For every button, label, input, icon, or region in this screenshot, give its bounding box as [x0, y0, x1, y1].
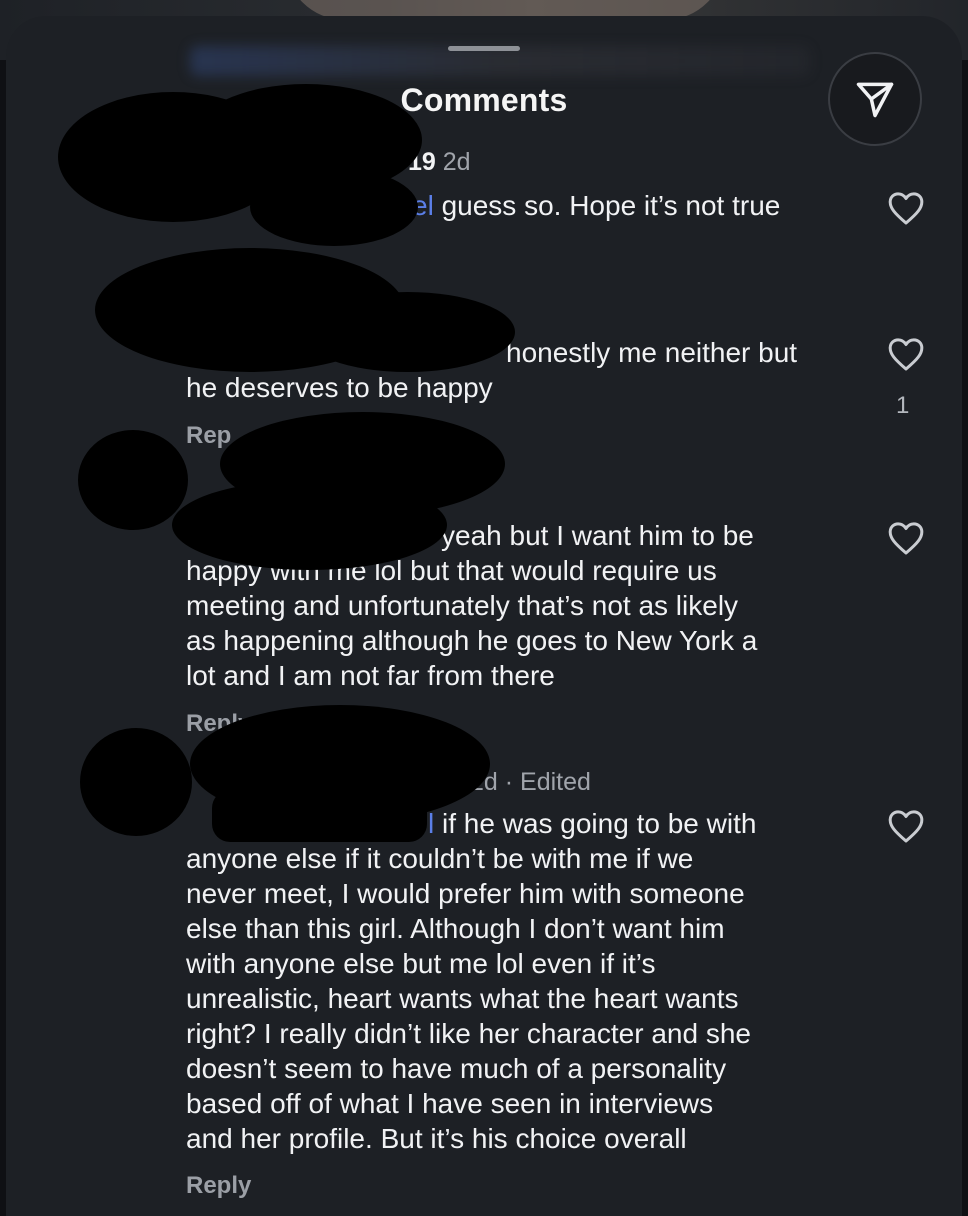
heart-icon[interactable]	[886, 188, 926, 228]
comment-body: el guess so. Hope it’s not true	[412, 188, 780, 223]
redaction-blot	[212, 790, 427, 842]
drag-handle[interactable]	[448, 46, 520, 51]
send-icon	[856, 82, 894, 118]
like-count: 1	[896, 392, 910, 419]
comment-text: guess so. Hope it’s not true	[433, 190, 781, 221]
heart-icon[interactable]	[886, 806, 926, 846]
comment-text: if he was going to be with anyone else i…	[186, 808, 757, 1154]
heart-icon[interactable]	[886, 334, 926, 374]
redaction-blot	[80, 728, 192, 836]
reply-button[interactable]: Rep	[186, 422, 231, 450]
comment-body: l if he was going to be with anyone else…	[186, 806, 756, 1156]
redaction-blot	[78, 430, 188, 530]
comment-meta-time: 2d	[442, 148, 471, 176]
share-button[interactable]	[828, 52, 922, 146]
redaction-blot	[300, 292, 515, 372]
reply-button[interactable]: Reply	[186, 1172, 251, 1200]
redaction-blot	[172, 480, 447, 570]
heart-icon[interactable]	[886, 518, 926, 558]
redaction-blot	[250, 168, 418, 246]
